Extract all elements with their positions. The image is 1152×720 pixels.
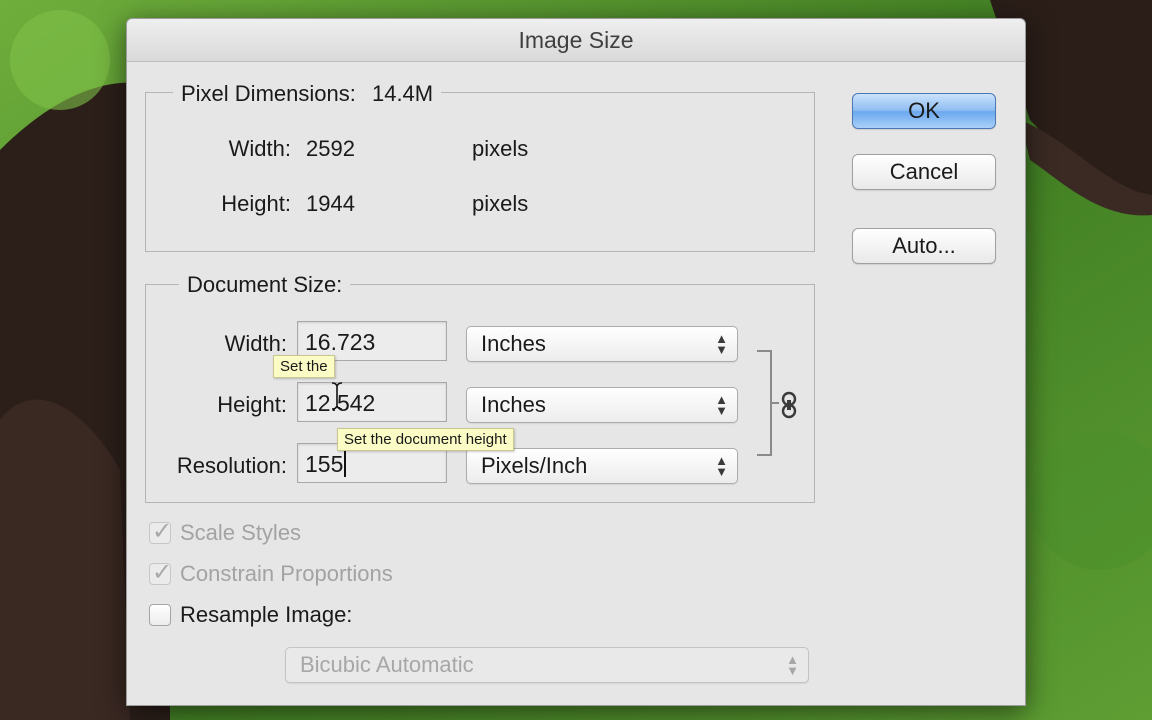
chain-link-icon — [781, 391, 797, 419]
up-down-arrows-icon: ▲ ▼ — [715, 331, 728, 357]
resolution-label: Resolution: — [176, 453, 287, 478]
ok-button[interactable]: OK — [852, 93, 996, 129]
pixel-height-unit: pixels — [472, 191, 529, 216]
doc-height-label: Height: — [217, 392, 287, 417]
constrain-proportions-label: Constrain Proportions — [180, 561, 393, 586]
pixel-dimensions-label: Pixel Dimensions: — [181, 81, 356, 106]
text-caret — [344, 451, 347, 477]
pixel-width-label: Width: — [228, 136, 291, 161]
constrain-proportions-checkbox[interactable]: ✓ — [149, 559, 172, 586]
image-size-dialog: Image Size Pixel Dimensions: 14.4M Width… — [126, 18, 1026, 706]
pixel-dimensions-group — [145, 92, 815, 252]
cancel-button[interactable]: Cancel — [852, 154, 996, 190]
up-down-arrows-icon: ▲ ▼ — [715, 392, 728, 418]
resample-image-checkbox[interactable] — [149, 604, 171, 626]
resample-method-select[interactable]: Bicubic Automatic ▲ ▼ — [285, 647, 809, 683]
tooltip-partial: Set the — [273, 355, 335, 378]
pixel-height-label: Height: — [221, 191, 291, 216]
doc-width-unit-select[interactable]: Inches ▲ ▼ — [466, 326, 738, 362]
scale-styles-label: Scale Styles — [180, 520, 302, 545]
doc-width-label: Width: — [224, 331, 287, 356]
resolution-unit-value: Pixels/Inch — [481, 453, 588, 478]
checkmark-icon: ✓ — [152, 559, 173, 586]
resample-image-label: Resample Image: — [180, 602, 353, 627]
doc-height-unit-select[interactable]: Inches ▲ ▼ — [466, 387, 738, 423]
resolution-unit-select[interactable]: Pixels/Inch ▲ ▼ — [466, 448, 738, 484]
pixel-width-unit: pixels — [472, 136, 529, 161]
auto-button[interactable]: Auto... — [852, 228, 996, 264]
resample-method-value: Bicubic Automatic — [300, 652, 474, 677]
up-down-arrows-icon: ▲ ▼ — [715, 453, 728, 479]
document-size-label: Document Size: — [179, 272, 351, 298]
doc-height-input[interactable]: 12.542 — [297, 382, 447, 422]
tooltip-height: Set the document height — [337, 428, 514, 451]
checkmark-icon: ✓ — [152, 518, 173, 545]
scale-styles-checkbox[interactable]: ✓ — [149, 518, 172, 545]
up-down-arrows-icon: ▲ ▼ — [786, 652, 799, 678]
pixel-dimensions-legend: Pixel Dimensions: 14.4M — [173, 81, 442, 107]
pixel-width-value: 2592 — [306, 136, 355, 161]
i-beam-cursor-icon — [331, 382, 343, 410]
doc-width-unit-value: Inches — [481, 331, 546, 356]
doc-height-unit-value: Inches — [481, 392, 546, 417]
pixel-height-value: 1944 — [306, 191, 355, 216]
resolution-value: 155 — [305, 451, 344, 477]
pixel-dimensions-size: 14.4M — [371, 81, 434, 106]
dialog-title: Image Size — [127, 19, 1025, 62]
